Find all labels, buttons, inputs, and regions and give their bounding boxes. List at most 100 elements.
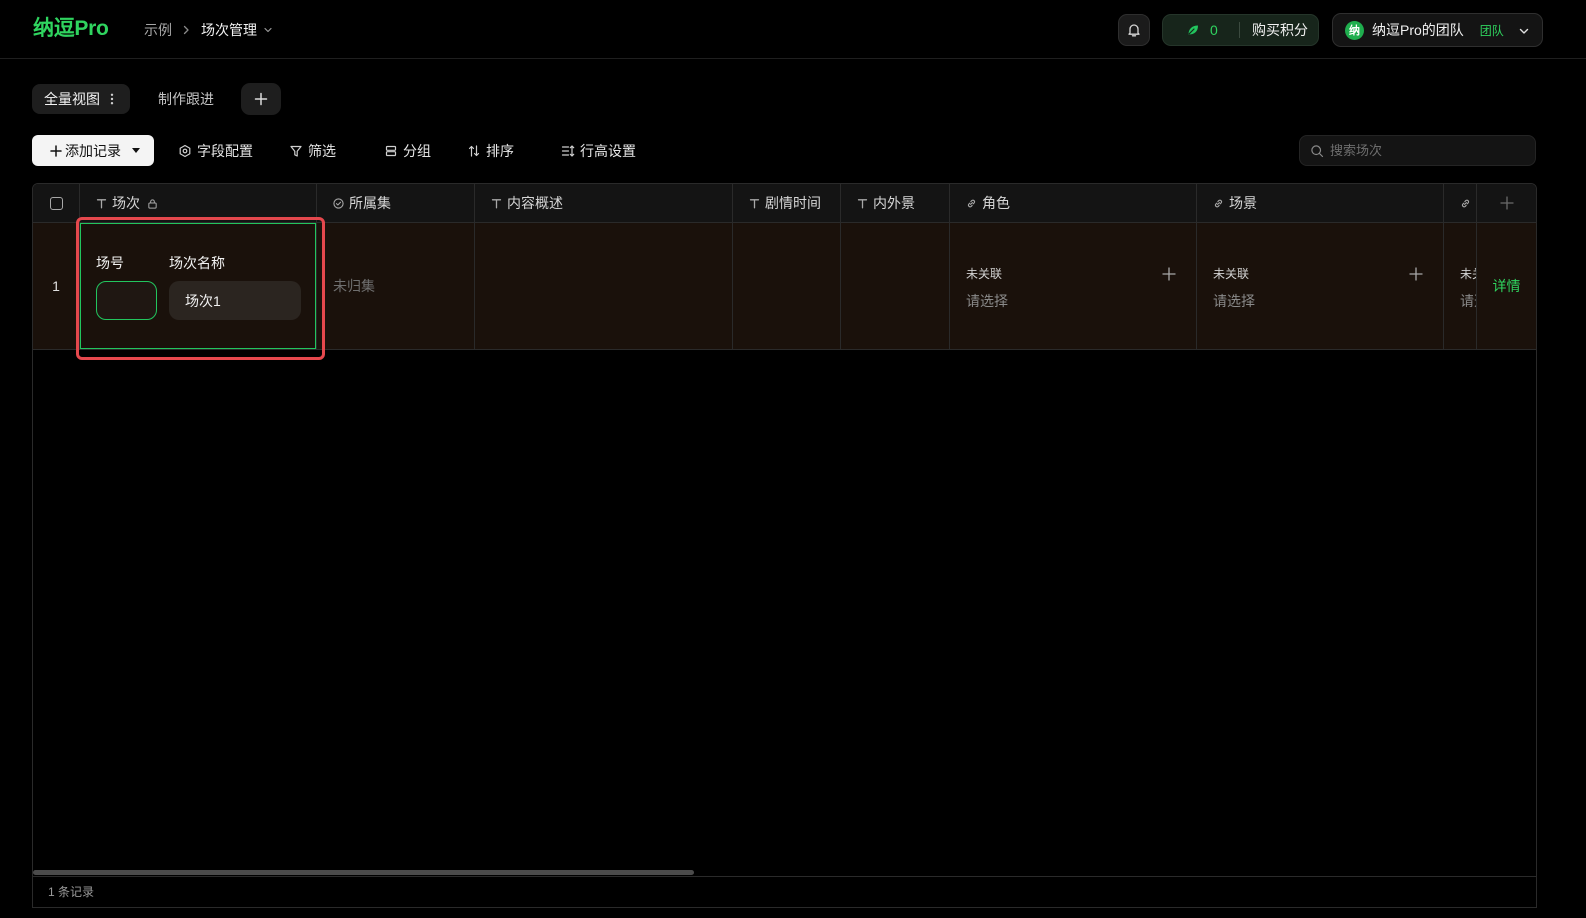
roles-select[interactable]: 请选择	[966, 292, 1008, 310]
group-icon	[384, 144, 398, 158]
text-type-icon	[96, 198, 107, 209]
breadcrumb-root[interactable]: 示例	[144, 20, 172, 40]
row-index-cell[interactable]: 1	[33, 223, 80, 349]
column-header-truncated[interactable]	[1444, 184, 1477, 222]
column-label: 剧情时间	[765, 195, 821, 211]
lock-icon	[147, 198, 158, 209]
filter-button[interactable]: 筛选	[289, 135, 336, 166]
data-table: 场次 所属集 内容概述 剧情时间 内外景 角色 场景 1 场号 场次名称 场次1…	[32, 183, 1537, 908]
truncated-link-cell[interactable]: 未关联 请选择	[1444, 223, 1477, 349]
select-all-cell[interactable]	[33, 184, 80, 222]
notifications-button[interactable]	[1118, 14, 1150, 46]
story-time-cell[interactable]	[733, 223, 841, 349]
tab-production-tracking[interactable]: 制作跟进	[158, 84, 214, 114]
group-label: 分组	[403, 142, 431, 159]
row-height-label: 行高设置	[580, 142, 636, 159]
add-set-plus-icon[interactable]	[1409, 267, 1423, 281]
points-pill: 0 购买积分	[1162, 14, 1319, 46]
team-selector[interactable]: 纳 纳逗Pro的团队 团队	[1332, 13, 1543, 47]
breadcrumb: 示例 场次管理	[144, 19, 273, 41]
row-height-icon	[561, 144, 575, 158]
sort-icon	[467, 144, 481, 158]
sets-select[interactable]: 请选择	[1213, 292, 1255, 310]
field-config-label: 字段配置	[197, 142, 253, 159]
tab-full-view[interactable]: 全量视图	[32, 84, 130, 114]
table-row[interactable]: 1 场号 场次名称 场次1 未归集 未关联 请选择 未关联 请选择 未 请 详情	[33, 223, 1536, 350]
sort-button[interactable]: 排序	[467, 135, 514, 166]
points-balance: 0	[1210, 22, 1218, 38]
link-icon	[1213, 198, 1224, 209]
add-view-button[interactable]	[241, 83, 281, 115]
team-badge: 团队	[1479, 23, 1504, 38]
detail-link[interactable]: 详情	[1493, 276, 1521, 296]
add-record-button[interactable]: 添加记录	[32, 135, 154, 166]
row-index: 1	[52, 278, 60, 294]
app-logo[interactable]: 纳逗Pro	[33, 15, 109, 43]
summary-cell[interactable]	[475, 223, 733, 349]
text-type-icon	[491, 198, 502, 209]
caret-down-icon[interactable]	[132, 148, 140, 153]
chevron-down-icon	[1518, 25, 1530, 37]
scene-name-label: 场次名称	[169, 255, 225, 271]
filter-label: 筛选	[308, 142, 336, 159]
detail-cell: 详情	[1477, 223, 1536, 349]
scene-number-input[interactable]	[96, 281, 157, 320]
link-icon	[966, 198, 977, 209]
add-role-plus-icon[interactable]	[1162, 267, 1176, 281]
row-height-button[interactable]: 行高设置	[561, 135, 636, 166]
plus-icon	[253, 91, 269, 107]
buy-points-button[interactable]: 购买积分	[1252, 20, 1308, 40]
text-type-icon	[749, 198, 760, 209]
select-all-checkbox[interactable]	[49, 196, 63, 210]
sort-label: 排序	[486, 142, 514, 159]
plus-icon	[50, 144, 62, 157]
check-circle-icon	[333, 197, 344, 209]
link-icon	[1460, 198, 1471, 209]
scene-cell[interactable]: 场号 场次名称 场次1	[80, 223, 317, 349]
team-avatar: 纳	[1345, 20, 1364, 40]
team-name: 纳逗Pro的团队	[1372, 22, 1464, 38]
scene-name-input[interactable]: 场次1	[169, 281, 301, 320]
leaf-icon	[1186, 23, 1200, 37]
breadcrumb-current[interactable]: 场次管理	[201, 20, 257, 40]
tab-label: 全量视图	[44, 91, 100, 107]
column-header-story-time[interactable]: 剧情时间	[733, 184, 841, 222]
sets-status: 未关联	[1213, 267, 1250, 281]
add-column-button[interactable]	[1477, 184, 1536, 222]
episode-value: 未归集	[333, 278, 375, 294]
bell-icon	[1126, 22, 1142, 38]
sets-cell[interactable]: 未关联 请选择	[1197, 223, 1444, 349]
more-vertical-icon[interactable]	[108, 92, 116, 106]
column-header-roles[interactable]: 角色	[950, 184, 1197, 222]
roles-cell[interactable]: 未关联 请选择	[950, 223, 1197, 349]
search-input[interactable]	[1330, 143, 1520, 158]
funnel-icon	[289, 144, 303, 158]
chevron-right-icon	[180, 24, 192, 36]
text-type-icon	[857, 198, 868, 209]
episode-cell[interactable]: 未归集	[317, 223, 475, 349]
column-header-location[interactable]: 内外景	[841, 184, 950, 222]
column-header-summary[interactable]: 内容概述	[475, 184, 733, 222]
column-header-episode[interactable]: 所属集	[317, 184, 475, 222]
group-button[interactable]: 分组	[384, 135, 431, 166]
scene-number-label: 场号	[96, 255, 124, 271]
column-header-scene[interactable]: 场次	[80, 184, 317, 222]
hexagon-settings-icon	[178, 144, 192, 158]
chevron-down-icon[interactable]	[263, 25, 273, 35]
column-label: 所属集	[349, 195, 391, 211]
top-bar: 纳逗Pro 示例 场次管理 0 购买积分 纳 纳逗Pro的团队 团队	[0, 0, 1586, 59]
column-label: 场景	[1229, 195, 1257, 211]
column-label: 场次	[112, 195, 140, 211]
location-cell[interactable]	[841, 223, 950, 349]
roles-status: 未关联	[966, 267, 1003, 281]
add-record-label: 添加记录	[65, 142, 121, 159]
plus-icon	[1499, 196, 1514, 210]
field-config-button[interactable]: 字段配置	[178, 135, 253, 166]
column-label: 角色	[982, 195, 1010, 211]
column-header-sets[interactable]: 场景	[1197, 184, 1444, 222]
record-count: 1 条记录	[33, 876, 1536, 907]
truncated-link-select[interactable]: 请选择	[1460, 292, 1476, 310]
column-label: 内容概述	[507, 195, 563, 211]
search-box[interactable]	[1299, 135, 1536, 166]
horizontal-scrollbar[interactable]	[33, 870, 694, 875]
